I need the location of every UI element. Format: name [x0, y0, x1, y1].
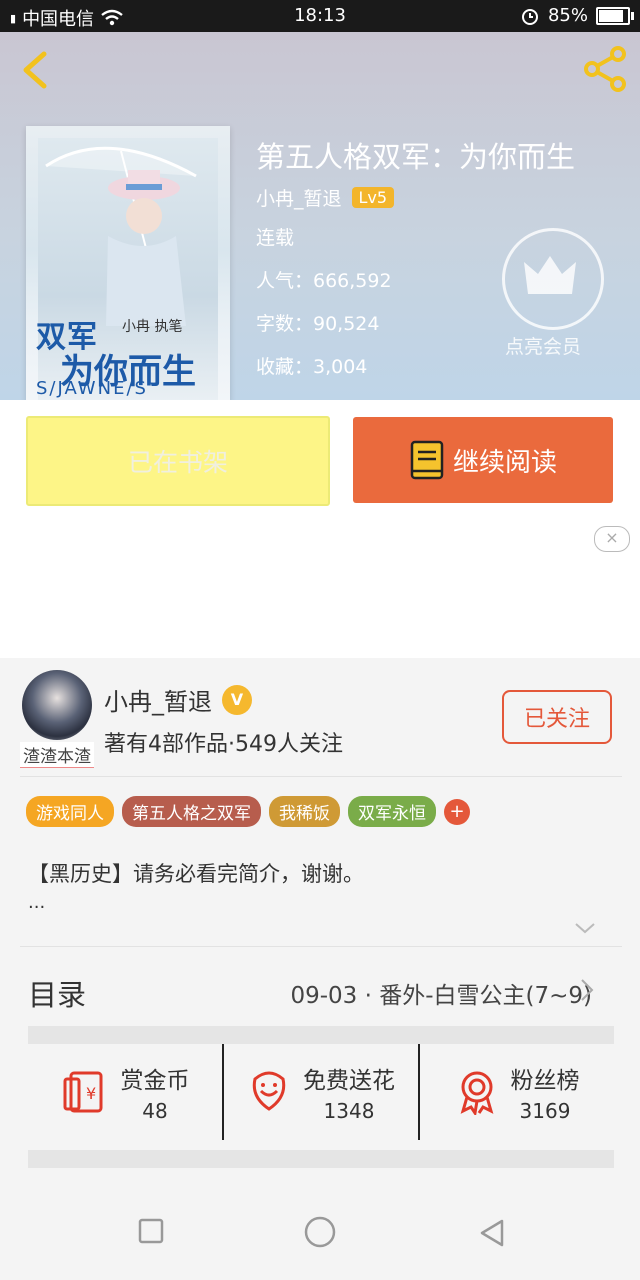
back-nav-icon[interactable] [478, 1218, 506, 1248]
book-icon [410, 440, 444, 480]
crown-icon [524, 256, 576, 294]
tag-item[interactable]: 我稀饭 [269, 796, 340, 827]
reward-fans[interactable]: 粉丝榜 3169 [418, 1044, 614, 1140]
reward-coins[interactable]: ¥ 赏金币 48 [28, 1044, 222, 1140]
on-shelf-button[interactable]: 已在书架 [26, 416, 330, 506]
continue-reading-button[interactable]: 继续阅读 [353, 417, 613, 503]
section-band [28, 1026, 614, 1044]
book-header: 双军 小冉 执笔 为你而生 S/JAWNE/S 第五人格双军：为你而生 小冉_暂… [0, 32, 640, 400]
vip-label: 点亮会员 [505, 336, 582, 358]
reward-flowers[interactable]: 免费送花 1348 [222, 1044, 418, 1140]
reward-label: 赏金币 [120, 1068, 190, 1094]
home-icon[interactable] [304, 1216, 336, 1248]
book-title: 第五人格双军：为你而生 [256, 140, 576, 174]
svg-text:¥: ¥ [86, 1084, 96, 1103]
reward-label: 免费送花 [303, 1068, 395, 1094]
divider [20, 946, 622, 947]
status-bar: ▮ 中国电信 18:13 85% [0, 0, 640, 32]
chevron-right-icon[interactable] [580, 978, 594, 1002]
divider [20, 776, 622, 777]
section-band [28, 1150, 614, 1168]
reward-label: 粉丝榜 [510, 1068, 580, 1094]
medal-icon [460, 1071, 493, 1115]
toc-latest-chapter[interactable]: 09-03 · 番外-白雪公主(7~9) [290, 976, 592, 1010]
tag-list: 游戏同人 第五人格之双军 我稀饭 双军永恒 + [26, 796, 470, 827]
avatar[interactable] [22, 670, 92, 740]
ad-banner: × [0, 520, 640, 658]
flower-icon [252, 1071, 286, 1111]
share-icon[interactable] [580, 44, 630, 94]
intro-ellipsis: ... [28, 892, 46, 913]
tag-item[interactable]: 双军永恒 [348, 796, 436, 827]
battery-icon [596, 6, 634, 25]
system-nav-bar [0, 1192, 640, 1280]
reward-value: 3169 [519, 1099, 571, 1123]
author-row: 小冉_暂退 Lv5 [256, 184, 575, 211]
cover-byline: 小冉 执笔 [122, 319, 183, 335]
vip-button[interactable] [502, 228, 604, 330]
level-badge: Lv5 [351, 187, 395, 208]
chevron-down-icon[interactable] [574, 922, 596, 934]
tag-item[interactable]: 游戏同人 [26, 796, 114, 827]
back-icon[interactable] [18, 50, 52, 90]
author-section: 渣渣本渣 小冉_暂退 V 著有4部作品·549人关注 已关注 游戏同人 第五人格… [0, 658, 640, 1258]
author-name[interactable]: 小冉_暂退 [256, 184, 342, 211]
battery-percent: 85% [547, 5, 588, 26]
author-card-name[interactable]: 小冉_暂退 [104, 682, 212, 717]
add-tag-icon[interactable]: + [444, 798, 470, 825]
recent-apps-icon[interactable] [138, 1218, 164, 1244]
follow-button[interactable]: 已关注 [502, 690, 612, 744]
book-cover[interactable]: 双军 小冉 执笔 为你而生 S/JAWNE/S [26, 126, 230, 400]
action-bar: 已在书架 继续阅读 [0, 400, 640, 520]
toc-label[interactable]: 目录 [28, 972, 86, 1014]
cover-subtitle: S/JAWNE/S [36, 378, 148, 399]
author-card-name-row: 小冉_暂退 V [104, 682, 252, 717]
rewards-row: ¥ 赏金币 48 免费送花 1348 粉丝榜 3169 [28, 1044, 614, 1140]
tag-item[interactable]: 第五人格之双军 [122, 796, 261, 827]
author-stats: 著有4部作品·549人关注 [104, 732, 343, 757]
reward-value: 48 [142, 1099, 168, 1123]
reward-value: 1348 [323, 1099, 375, 1123]
verified-icon: V [222, 684, 252, 715]
red-envelope-icon: ¥ [63, 1071, 102, 1113]
book-intro: 【黑历史】请务必看完简介，谢谢。 [28, 862, 364, 886]
alarm-icon [521, 8, 538, 25]
continue-reading-label: 继续阅读 [452, 447, 557, 478]
status-right: 85% [520, 5, 634, 26]
avatar-tag: 渣渣本渣 [20, 742, 94, 768]
close-icon[interactable]: × [594, 526, 630, 552]
